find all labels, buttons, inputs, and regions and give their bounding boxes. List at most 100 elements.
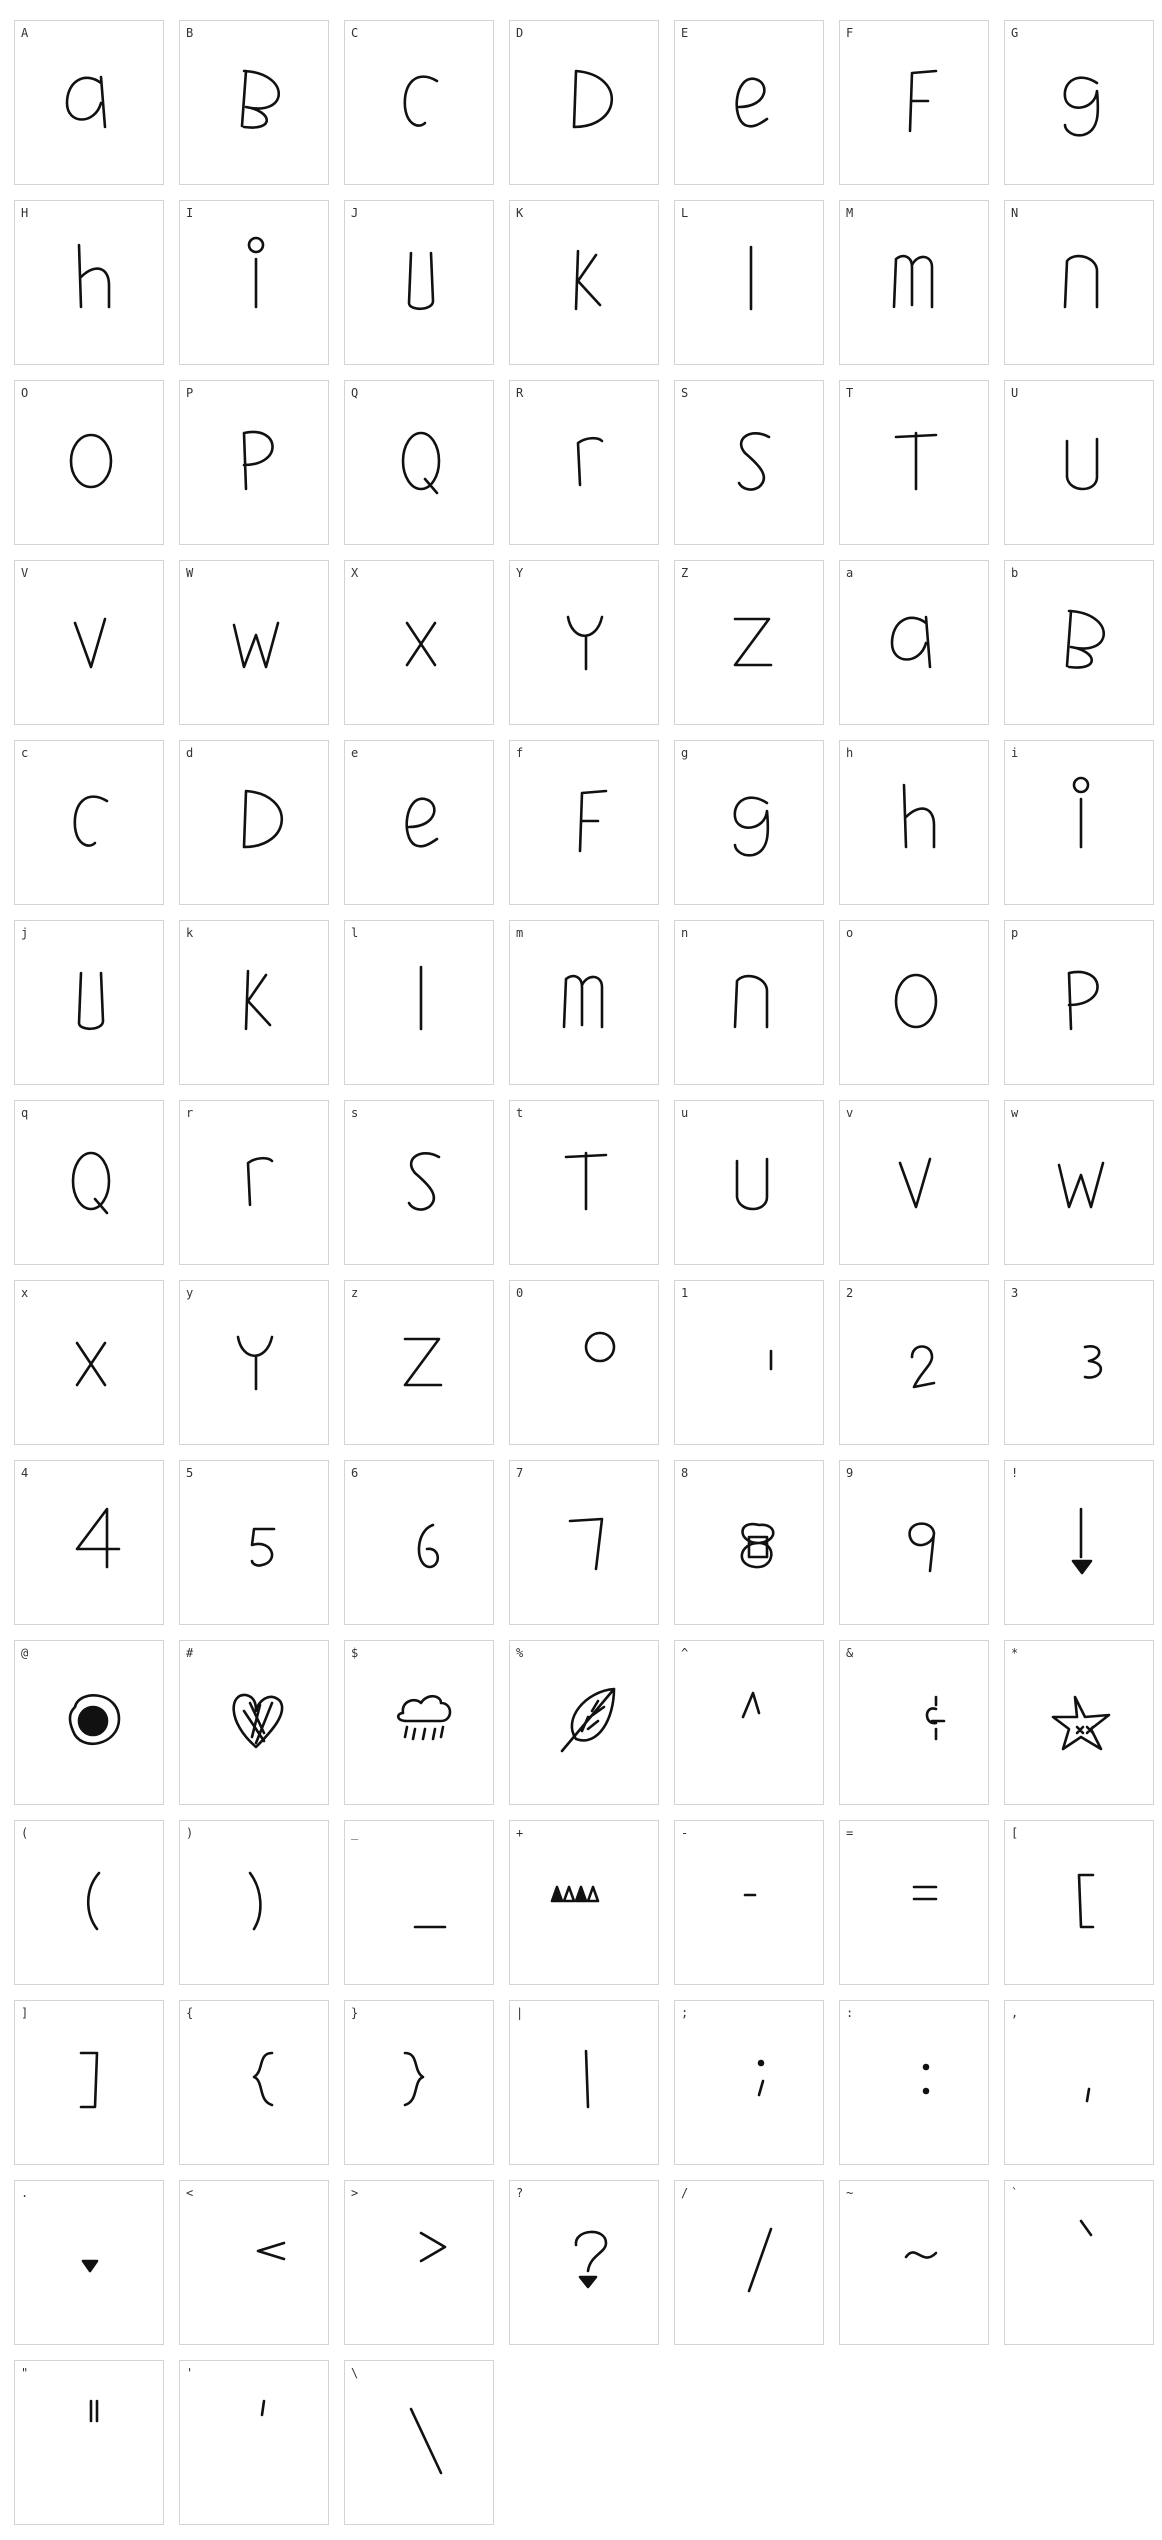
glyph-upper-i-icon: [180, 201, 330, 366]
glyph-lower-o-icon: [840, 921, 990, 1086]
glyph-cell-semicolon: ;: [674, 2000, 824, 2165]
glyph-lower-e-icon: [345, 741, 495, 906]
glyph-brace-close-icon: [345, 2001, 495, 2166]
glyph-cell-at: @: [14, 1640, 164, 1805]
glyph-cell-digit-0: 0: [509, 1280, 659, 1445]
glyph-cell-upper-w: W: [179, 560, 329, 725]
glyph-exclamation-icon: [1005, 1461, 1155, 1626]
glyph-upper-a-icon: [15, 21, 165, 186]
glyph-lower-r-icon: [180, 1101, 330, 1266]
glyph-cell-exclamation: !: [1004, 1460, 1154, 1625]
glyph-cell-upper-d: D: [509, 20, 659, 185]
glyph-cell-caret: ^: [674, 1640, 824, 1805]
glyph-upper-j-icon: [345, 201, 495, 366]
glyph-upper-k-icon: [510, 201, 660, 366]
glyph-lower-i-icon: [1005, 741, 1155, 906]
glyph-digit-5-icon: [180, 1461, 330, 1626]
glyph-cell-hash: #: [179, 1640, 329, 1805]
glyph-cell-dollar: $: [344, 1640, 494, 1805]
glyph-dollar-icon: [345, 1641, 495, 1806]
glyph-upper-q-icon: [345, 381, 495, 546]
glyph-cell-period: .: [14, 2180, 164, 2345]
glyph-upper-d-icon: [510, 21, 660, 186]
glyph-digit-1-icon: [675, 1281, 825, 1446]
glyph-ampersand-icon: [840, 1641, 990, 1806]
glyph-upper-r-icon: [510, 381, 660, 546]
glyph-cell-equals: =: [839, 1820, 989, 1985]
glyph-cell-double-quote: ": [14, 2360, 164, 2525]
glyph-digit-9-icon: [840, 1461, 990, 1626]
glyph-cell-bracket-open: [: [1004, 1820, 1154, 1985]
glyph-slash-icon: [675, 2181, 825, 2346]
glyph-cell-digit-6: 6: [344, 1460, 494, 1625]
glyph-upper-o-icon: [15, 381, 165, 546]
glyph-cell-lower-h: h: [839, 740, 989, 905]
glyph-cell-digit-2: 2: [839, 1280, 989, 1445]
glyph-cell-plus: +: [509, 1820, 659, 1985]
glyph-paren-close-icon: [180, 1821, 330, 1986]
glyph-colon-icon: [840, 2001, 990, 2166]
glyph-cell-digit-4: 4: [14, 1460, 164, 1625]
glyph-cell-upper-r: R: [509, 380, 659, 545]
glyph-upper-e-icon: [675, 21, 825, 186]
glyph-brace-open-icon: [180, 2001, 330, 2166]
glyph-cell-digit-8: 8: [674, 1460, 824, 1625]
glyph-upper-f-icon: [840, 21, 990, 186]
glyph-lower-l-icon: [345, 921, 495, 1086]
glyph-cell-lower-d: d: [179, 740, 329, 905]
glyph-lower-m-icon: [510, 921, 660, 1086]
glyph-digit-0-icon: [510, 1281, 660, 1446]
glyph-backslash-icon: [345, 2361, 495, 2526]
glyph-equals-icon: [840, 1821, 990, 1986]
glyph-cell-lower-u: u: [674, 1100, 824, 1265]
glyph-cell-upper-t: T: [839, 380, 989, 545]
glyph-cell-lower-s: s: [344, 1100, 494, 1265]
glyph-greater-than-icon: [345, 2181, 495, 2346]
glyph-cell-digit-9: 9: [839, 1460, 989, 1625]
glyph-cell-lower-m: m: [509, 920, 659, 1085]
glyph-upper-l-icon: [675, 201, 825, 366]
glyph-cell-paren-close: ): [179, 1820, 329, 1985]
glyph-cell-upper-q: Q: [344, 380, 494, 545]
glyph-cell-upper-k: K: [509, 200, 659, 365]
glyph-cell-lower-j: j: [14, 920, 164, 1085]
glyph-cell-tilde: ~: [839, 2180, 989, 2345]
glyph-cell-upper-u: U: [1004, 380, 1154, 545]
glyph-cell-lower-z: z: [344, 1280, 494, 1445]
glyph-cell-digit-7: 7: [509, 1460, 659, 1625]
glyph-cell-lower-a: a: [839, 560, 989, 725]
glyph-upper-u-icon: [1005, 381, 1155, 546]
glyph-cell-ampersand: &: [839, 1640, 989, 1805]
glyph-lower-v-icon: [840, 1101, 990, 1266]
glyph-upper-c-icon: [345, 21, 495, 186]
glyph-upper-x-icon: [345, 561, 495, 726]
glyph-digit-3-icon: [1005, 1281, 1155, 1446]
glyph-upper-h-icon: [15, 201, 165, 366]
glyph-upper-v-icon: [15, 561, 165, 726]
glyph-percent-icon: [510, 1641, 660, 1806]
glyph-caret-icon: [675, 1641, 825, 1806]
glyph-lower-x-icon: [15, 1281, 165, 1446]
glyph-double-quote-icon: [15, 2361, 165, 2526]
glyph-cell-colon: :: [839, 2000, 989, 2165]
glyph-lower-w-icon: [1005, 1101, 1155, 1266]
glyph-lower-y-icon: [180, 1281, 330, 1446]
glyph-cell-upper-h: H: [14, 200, 164, 365]
glyph-at-icon: [15, 1641, 165, 1806]
glyph-cell-upper-y: Y: [509, 560, 659, 725]
glyph-digit-4-icon: [15, 1461, 165, 1626]
glyph-cell-upper-p: P: [179, 380, 329, 545]
glyph-cell-upper-b: B: [179, 20, 329, 185]
glyph-cell-upper-i: I: [179, 200, 329, 365]
glyph-digit-7-icon: [510, 1461, 660, 1626]
glyph-digit-2-icon: [840, 1281, 990, 1446]
glyph-cell-upper-s: S: [674, 380, 824, 545]
glyph-grid: ABCDEFG HIJKLMN OPQRSTU VWXYZab cdefghi jklmn…: [0, 0, 1162, 2540]
glyph-lower-h-icon: [840, 741, 990, 906]
glyph-plus-icon: [510, 1821, 660, 1986]
glyph-lower-k-icon: [180, 921, 330, 1086]
glyph-lower-g-icon: [675, 741, 825, 906]
glyph-cell-upper-e: E: [674, 20, 824, 185]
glyph-cell-upper-j: J: [344, 200, 494, 365]
glyph-period-icon: [15, 2181, 165, 2346]
